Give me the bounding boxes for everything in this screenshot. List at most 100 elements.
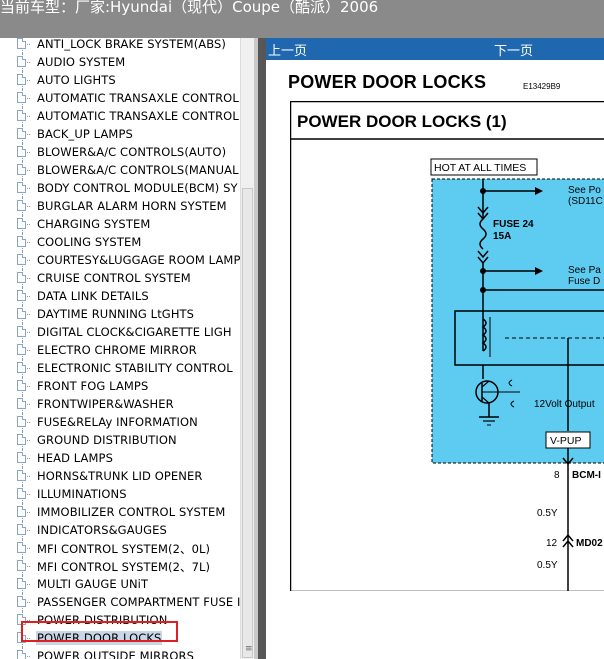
- tree-item-label: MULTI GAUGE UNiT: [37, 577, 149, 591]
- document-icon: [17, 272, 26, 283]
- label-see-po: See Po: [568, 185, 601, 196]
- tree-item[interactable]: AUDIO SYSTEM: [0, 53, 240, 71]
- tree-item-label: ILLUMINATIONS: [37, 487, 127, 501]
- tree-item[interactable]: FRONTWIPER&WASHER: [0, 395, 240, 413]
- document-icon: [17, 452, 26, 463]
- tree-item-label: AUDIO SYSTEM: [37, 55, 126, 69]
- tree-item-label: BLOWER&A/C CONTROLS(AUTO): [37, 145, 227, 159]
- tree-item[interactable]: CHARGING SYSTEM: [0, 215, 240, 233]
- document-icon: [17, 200, 26, 211]
- tree-item[interactable]: DAYTIME RUNNING LtGHTS: [0, 305, 240, 323]
- tree-item-label: DATA LINK DETAILS: [37, 289, 149, 303]
- document-icon: [17, 290, 26, 301]
- document-icon: [17, 146, 26, 157]
- tree-item[interactable]: ELECTRONIC STABILITY CONTROL: [0, 359, 240, 377]
- scrollbar-thumb[interactable]: ≡: [242, 188, 253, 658]
- tree-item-label: ELECTRONIC STABILITY CONTROL: [37, 361, 233, 375]
- tree-item-label: DIGITAL CLOCK&CIGARETTE LIGH: [37, 325, 232, 339]
- window-titlebar: 当前车型：厂家:Hyundai（现代）Coupe（酷派）2006: [0, 0, 604, 38]
- document-icon: [17, 506, 26, 517]
- fuse-name: FUSE 24: [493, 219, 534, 230]
- document-icon: [17, 380, 26, 391]
- tree-item[interactable]: MFI CONTROL SYSTEM(2、7L): [0, 557, 240, 575]
- tree-item-label: HORNS&TRUNK LID OPENER: [37, 469, 203, 483]
- document-icon: [17, 650, 26, 659]
- tree-item-label: FRONTWIPER&WASHER: [37, 397, 174, 411]
- tree-item[interactable]: GROUND DISTRIBUTION: [0, 431, 240, 449]
- document-icon: [17, 236, 26, 247]
- tree-item[interactable]: PASSENGER COMPARTMENT FUSE I: [0, 593, 240, 611]
- tree-item-label: COURTESY&LUGGAGE ROOM LAMP: [37, 253, 240, 267]
- document-icon: [17, 164, 26, 175]
- tree-item-label: DAYTIME RUNNING LtGHTS: [37, 307, 195, 321]
- tree-item[interactable]: BLOWER&A/C CONTROLS(AUTO): [0, 143, 240, 161]
- tree-item[interactable]: AUTO LIGHTS: [0, 71, 240, 89]
- document-icon: [17, 308, 26, 319]
- tree-item-label: PASSENGER COMPARTMENT FUSE I: [37, 595, 240, 609]
- tree-item-label: MFI CONTROL SYSTEM(2、7L): [37, 560, 211, 574]
- tree-item[interactable]: MFI CONTROL SYSTEM(2、0L): [0, 539, 240, 557]
- document-icon: [17, 74, 26, 85]
- tree-item[interactable]: BODY CONTROL MODULE(BCM) SY: [0, 179, 240, 197]
- tree-item[interactable]: BACK_UP LAMPS: [0, 125, 240, 143]
- tree-item[interactable]: ELECTRO CHROME MIRROR: [0, 341, 240, 359]
- tree-item[interactable]: POWER OUTSIDE MIRRORS: [0, 647, 240, 659]
- tree-item-label: MFI CONTROL SYSTEM(2、0L): [37, 542, 211, 556]
- document-icon: [17, 596, 26, 607]
- document-icon: [17, 560, 26, 571]
- tree-item[interactable]: COOLING SYSTEM: [0, 233, 240, 251]
- tree-item[interactable]: FRONT FOG LAMPS: [0, 377, 240, 395]
- tree-item-label: AUTOMATIC TRANSAXLE CONTROL: [37, 109, 239, 123]
- tree-item-label: BACK_UP LAMPS: [37, 127, 133, 141]
- tree-item-label: CRUISE CONTROL SYSTEM: [37, 271, 191, 285]
- document-icon: [17, 578, 26, 589]
- tree-item[interactable]: HEAD LAMPS: [0, 449, 240, 467]
- pin-12: 12: [546, 538, 558, 549]
- next-page-link[interactable]: 下一页: [494, 40, 533, 59]
- tree-item[interactable]: IMMOBILIZER CONTROL SYSTEM: [0, 503, 240, 521]
- tree-item[interactable]: BURGLAR ALARM HORN SYSTEM: [0, 197, 240, 215]
- document-icon: [17, 92, 26, 103]
- tree-item[interactable]: HORNS&TRUNK LID OPENER: [0, 467, 240, 485]
- section-tree[interactable]: ANTI_LOCK BRAKE SYSTEM(ABS) AUDIO SYSTEM A…: [0, 38, 240, 659]
- tree-item-label: FUSE&RELAy INFORMATION: [37, 415, 198, 429]
- selection-highlight-box: [21, 621, 178, 642]
- label-fuse-d: Fuse D: [568, 276, 600, 287]
- tree-item[interactable]: ILLUMINATIONS: [0, 485, 240, 503]
- tree-item[interactable]: MULTI GAUGE UNiT: [0, 575, 240, 593]
- fuse-amp: 15A: [493, 231, 511, 242]
- tree-item[interactable]: CRUISE CONTROL SYSTEM: [0, 269, 240, 287]
- wire-label-1: 0.5Y: [537, 508, 558, 519]
- md-label: MD02: [576, 538, 603, 549]
- document-icon: [17, 362, 26, 373]
- tree-item-label: AUTOMATIC TRANSAXLE CONTROL: [37, 91, 239, 105]
- document-icon: [17, 542, 26, 553]
- tree-item-label: ELECTRO CHROME MIRROR: [37, 343, 197, 357]
- window-title: 当前车型：厂家:Hyundai（现代）Coupe（酷派）2006: [0, 0, 379, 16]
- prev-page-link[interactable]: 上一页: [268, 40, 307, 59]
- tree-item[interactable]: ANTI_LOCK BRAKE SYSTEM(ABS): [0, 38, 240, 53]
- tree-item[interactable]: DATA LINK DETAILS: [0, 287, 240, 305]
- tree-item-label: BODY CONTROL MODULE(BCM) SY: [37, 181, 238, 195]
- page-title: POWER DOOR LOCKS: [288, 72, 487, 92]
- document-icon: [17, 398, 26, 409]
- page-code: E13429B9: [523, 82, 561, 91]
- tree-item-label: INDICATORS&GAUGES: [37, 523, 167, 537]
- tree-item[interactable]: AUTOMATIC TRANSAXLE CONTROL: [0, 89, 240, 107]
- document-icon: [17, 434, 26, 445]
- label-sd11: (SD11C: [568, 196, 603, 207]
- tree-item[interactable]: INDICATORS&GAUGES: [0, 521, 240, 539]
- wiring-diagram: POWER DOOR LOCKS (1) HOT AT ALL TIMES Se…: [290, 101, 604, 591]
- tree-item-label: POWER OUTSIDE MIRRORS: [37, 649, 194, 659]
- tree-item[interactable]: DIGITAL CLOCK&CIGARETTE LIGH: [0, 323, 240, 341]
- hot-label: HOT AT ALL TIMES: [434, 162, 526, 174]
- tree-item[interactable]: AUTOMATIC TRANSAXLE CONTROL: [0, 107, 240, 125]
- tree-item[interactable]: FUSE&RELAy INFORMATION: [0, 413, 240, 431]
- tree-item[interactable]: COURTESY&LUGGAGE ROOM LAMP: [0, 251, 240, 269]
- tree-item-label: HEAD LAMPS: [37, 451, 113, 465]
- tree-item-label: CHARGING SYSTEM: [37, 217, 151, 231]
- tree-item[interactable]: BLOWER&A/C CONTROLS(MANUAL: [0, 161, 240, 179]
- document-icon: [17, 38, 26, 49]
- document-icon: [17, 110, 26, 121]
- tree-scrollbar[interactable]: ≡: [240, 38, 254, 659]
